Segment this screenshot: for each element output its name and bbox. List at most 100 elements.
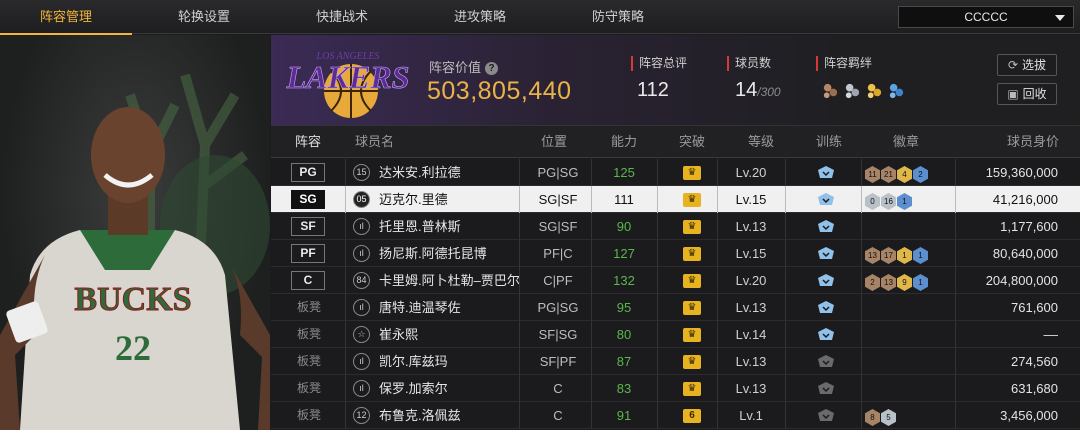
player-count: 14/300 — [735, 79, 781, 102]
recycle-button-label: 回收 — [1022, 87, 1047, 101]
roster-row[interactable]: PF ıl 扬尼斯.阿德托昆博 PF|C 127 ♛ Lv.15 13 17 1 1 80,640,0… — [271, 240, 1080, 267]
column-divider — [657, 267, 658, 294]
roster-row[interactable]: C 84 卡里姆.阿卜杜勒–贾巴尔 C|PF 132 ♛ Lv.20 2 13 9 1 204,800… — [271, 267, 1080, 294]
player-name[interactable]: 卡里姆.阿卜杜勒–贾巴尔 — [379, 267, 520, 294]
slot-badge: SG — [291, 190, 325, 209]
tab-lineup-management[interactable]: 阵容管理 — [0, 0, 132, 35]
synergy-blue-icon[interactable] — [887, 81, 906, 100]
pick-button[interactable]: ⟳ 选拔 — [997, 54, 1057, 76]
help-icon[interactable]: ? — [485, 62, 499, 75]
player-ability: 83 — [616, 381, 632, 396]
header-breakthrough[interactable]: 突破 — [679, 126, 705, 158]
player-name[interactable]: 布鲁克.洛佩兹 — [379, 402, 461, 429]
player-name[interactable]: 托里恩.普林斯 — [379, 213, 461, 240]
player-ability: 80 — [616, 327, 632, 342]
column-divider — [861, 267, 862, 294]
badge-icon: 13 — [881, 274, 896, 291]
breakthrough-crown-icon[interactable]: ♛ — [683, 382, 701, 396]
player-number-icon: ıl — [353, 218, 370, 235]
breakthrough-crown-icon[interactable]: ♛ — [683, 193, 701, 207]
team-logo: LOS ANGELES LAKERS — [285, 51, 410, 118]
slot-badge: PF — [291, 244, 325, 263]
player-level: Lv.14 — [735, 327, 767, 342]
training-icon[interactable] — [817, 220, 835, 234]
column-divider — [861, 159, 862, 186]
training-icon[interactable] — [817, 193, 835, 207]
column-divider — [657, 348, 658, 375]
tab-rotation-settings[interactable]: 轮换设置 — [138, 0, 270, 34]
tab-quick-tactics[interactable]: 快捷战术 — [276, 0, 408, 34]
breakthrough-crown-icon[interactable]: ♛ — [683, 166, 701, 180]
roster-row[interactable]: 板凳 ıl 保罗.加索尔 C 83 ♛ Lv.13 631,680 — [271, 375, 1080, 402]
roster-row[interactable]: 板凳 12 布鲁克.洛佩兹 C 91 6 Lv.1 8 5 3,456,000 — [271, 402, 1080, 429]
bench-label: 板凳 — [297, 381, 322, 395]
roster-row[interactable]: 板凳 ıl 唐特.迪温琴佐 PG|SG 95 ♛ Lv.13 761,600 — [271, 294, 1080, 321]
badge-list[interactable]: 85 — [865, 407, 897, 426]
breakthrough-crown-icon[interactable]: ♛ — [683, 247, 701, 261]
training-icon[interactable] — [817, 382, 835, 396]
player-ability: 87 — [616, 354, 632, 369]
tab-defense-strategy[interactable]: 防守策略 — [552, 0, 684, 34]
roster-row[interactable]: PG 15 达米安.利拉德 PG|SG 125 ♛ Lv.20 11 21 4 2 159,360,0… — [271, 159, 1080, 186]
lineup-value-label: 阵容价值? — [429, 57, 499, 76]
roster-row[interactable]: 板凳 ıl 凯尔.库兹玛 SF|PF 87 ♛ Lv.13 274,560 — [271, 348, 1080, 375]
breakthrough-crown-icon[interactable]: ♛ — [683, 328, 701, 342]
synergy-gold-icon[interactable] — [865, 81, 884, 100]
breakthrough-crown-icon[interactable]: ♛ — [683, 274, 701, 288]
column-divider — [861, 186, 862, 213]
tab-offense-strategy[interactable]: 进攻策略 — [414, 0, 546, 34]
synergy-bronze-icon[interactable] — [821, 81, 840, 100]
breakthrough-crown-icon[interactable]: 6 — [683, 409, 701, 423]
breakthrough-crown-icon[interactable]: ♛ — [683, 355, 701, 369]
header-salary[interactable]: 球员身价 — [1007, 126, 1059, 158]
training-icon[interactable] — [817, 274, 835, 288]
training-icon[interactable] — [817, 328, 835, 342]
recycle-button[interactable]: ▣ 回收 — [997, 83, 1057, 105]
header-badges[interactable]: 徽章 — [893, 126, 919, 158]
header-lineup[interactable]: 阵容 — [295, 126, 321, 158]
player-count-max: /300 — [757, 85, 781, 99]
jersey-number: 22 — [115, 328, 151, 368]
player-ability: 95 — [616, 300, 632, 315]
column-divider — [785, 375, 786, 402]
player-name[interactable]: 凯尔.库兹玛 — [379, 348, 448, 375]
breakthrough-crown-icon[interactable]: ♛ — [683, 220, 701, 234]
column-divider — [345, 348, 346, 375]
player-name[interactable]: 唐特.迪温琴佐 — [379, 294, 461, 321]
column-divider — [785, 348, 786, 375]
player-position: C — [553, 381, 563, 396]
header-name[interactable]: 球员名 — [355, 126, 394, 158]
training-icon[interactable] — [817, 166, 835, 180]
player-name[interactable]: 达米安.利拉德 — [379, 159, 461, 186]
player-level: Lv.13 — [735, 381, 767, 396]
synergy-silver-icon[interactable] — [843, 81, 862, 100]
player-name[interactable]: 崔永熙 — [379, 321, 418, 348]
column-divider — [657, 186, 658, 213]
roster-row[interactable]: SG 05 迈克尔.里德 SG|SF 111 ♛ Lv.15 0 16 1 41,216,000 — [271, 186, 1080, 213]
team-selector-dropdown[interactable]: CCCCC — [898, 6, 1074, 28]
badge-list[interactable]: 0 16 1 — [865, 191, 913, 210]
player-name[interactable]: 迈克尔.里德 — [379, 186, 448, 213]
slot-badge: PG — [291, 163, 325, 182]
player-name[interactable]: 扬尼斯.阿德托昆博 — [379, 240, 487, 267]
header-ability[interactable]: 能力 — [611, 126, 637, 158]
badge-icon: 9 — [897, 274, 912, 291]
training-icon[interactable] — [817, 301, 835, 315]
training-icon[interactable] — [817, 247, 835, 261]
player-level: Lv.13 — [735, 219, 767, 234]
lineup-value: 503,805,440 — [427, 77, 572, 105]
roster-row[interactable]: 板凳 ☆ 崔永熙 SF|SG 80 ♛ Lv.14 –– — [271, 321, 1080, 348]
breakthrough-crown-icon[interactable]: ♛ — [683, 301, 701, 315]
player-number-icon: ıl — [353, 353, 370, 370]
column-divider — [861, 294, 862, 321]
header-training[interactable]: 训练 — [816, 126, 842, 158]
header-position[interactable]: 位置 — [541, 126, 567, 158]
column-divider — [657, 375, 658, 402]
player-position: C|PF — [543, 273, 573, 288]
training-icon[interactable] — [817, 355, 835, 369]
player-name[interactable]: 保罗.加索尔 — [379, 375, 448, 402]
training-icon[interactable] — [817, 409, 835, 423]
header-level[interactable]: 等级 — [748, 126, 774, 158]
roster-row[interactable]: SF ıl 托里恩.普林斯 SG|SF 90 ♛ Lv.13 1,177,600 — [271, 213, 1080, 240]
synergy-label: 阵容羁绊 — [816, 56, 872, 71]
